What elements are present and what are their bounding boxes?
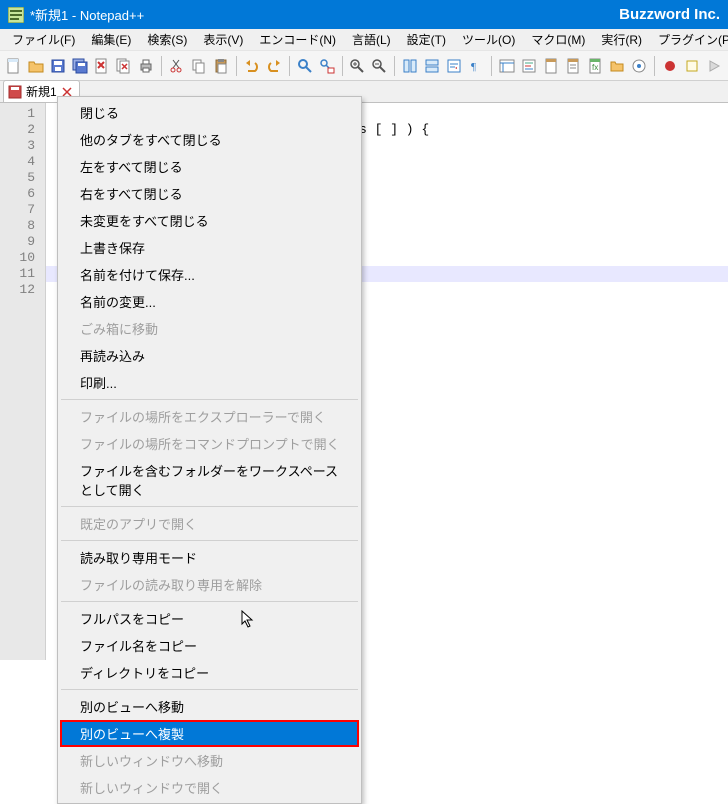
menu-search[interactable]: 検索(S) [139, 29, 195, 50]
record-macro-button[interactable] [660, 55, 680, 77]
ctx-save-as[interactable]: 名前を付けて保存... [60, 261, 359, 288]
svg-text:¶: ¶ [471, 61, 476, 73]
lang-udl-button[interactable] [519, 55, 539, 77]
save-button[interactable] [48, 55, 68, 77]
app-icon [8, 7, 24, 23]
ctx-copy-fullpath[interactable]: フルパスをコピー [60, 605, 359, 632]
ctx-readonly-mode[interactable]: 読み取り専用モード [60, 544, 359, 571]
tab-context-menu: 閉じる 他のタブをすべて閉じる 左をすべて閉じる 右をすべて閉じる 未変更をすべ… [57, 96, 362, 804]
ctx-close-right[interactable]: 右をすべて閉じる [60, 180, 359, 207]
zoom-in-button[interactable] [347, 55, 367, 77]
ctx-close-left[interactable]: 左をすべて閉じる [60, 153, 359, 180]
menu-encode[interactable]: エンコード(N) [251, 29, 344, 50]
line-number: 6 [0, 186, 35, 202]
doc-list-button[interactable] [563, 55, 583, 77]
mouse-cursor-icon [241, 610, 257, 630]
menu-settings[interactable]: 設定(T) [399, 29, 454, 50]
unsaved-icon [8, 85, 22, 99]
ctx-divider [61, 540, 358, 541]
stop-macro-button[interactable] [682, 55, 702, 77]
line-number: 12 [0, 282, 35, 298]
svg-text:fx: fx [592, 63, 598, 72]
ctx-divider [61, 399, 358, 400]
line-number: 11 [0, 266, 35, 282]
ctx-reload[interactable]: 再読み込み [60, 342, 359, 369]
ctx-open-new-window: 新しいウィンドウで開く [60, 774, 359, 801]
menu-file[interactable]: ファイル(F) [4, 29, 83, 50]
ctx-copy-directory[interactable]: ディレクトリをコピー [60, 659, 359, 686]
ctx-divider [61, 689, 358, 690]
ctx-open-folder-workspace[interactable]: ファイルを含むフォルダーをワークスペースとして開く [60, 457, 359, 503]
editor-text: s [ ] ) { [359, 122, 429, 138]
line-number: 1 [0, 106, 35, 122]
ctx-divider [61, 506, 358, 507]
menu-view[interactable]: 表示(V) [195, 29, 251, 50]
ctx-clear-readonly: ファイルの読み取り専用を解除 [60, 571, 359, 598]
monitoring-button[interactable] [629, 55, 649, 77]
paste-button[interactable] [211, 55, 231, 77]
ctx-open-default-app: 既定のアプリで開く [60, 510, 359, 537]
ctx-copy-filename[interactable]: ファイル名をコピー [60, 632, 359, 659]
window-title: *新規1 - Notepad++ [30, 5, 144, 24]
open-file-button[interactable] [26, 55, 46, 77]
new-file-button[interactable] [4, 55, 24, 77]
menu-macro[interactable]: マクロ(M) [523, 29, 593, 50]
ctx-move-new-window: 新しいウィンドウへ移動 [60, 747, 359, 774]
ctx-close-others[interactable]: 他のタブをすべて閉じる [60, 126, 359, 153]
func-list-button[interactable]: fx [585, 55, 605, 77]
menu-edit[interactable]: 編集(E) [83, 29, 139, 50]
ctx-open-explorer: ファイルの場所をエクスプローラーで開く [60, 403, 359, 430]
wrap-button[interactable] [444, 55, 464, 77]
ctx-move-to-other-view[interactable]: 別のビューへ移動 [60, 693, 359, 720]
tab-label: 新規1 [26, 83, 57, 100]
print-button[interactable] [136, 55, 156, 77]
menu-lang[interactable]: 言語(L) [344, 29, 399, 50]
line-number: 4 [0, 154, 35, 170]
folder-workspace-button[interactable] [607, 55, 627, 77]
zoom-out-button[interactable] [369, 55, 389, 77]
ctx-print[interactable]: 印刷... [60, 369, 359, 396]
line-number: 10 [0, 250, 35, 266]
line-number: 2 [0, 122, 35, 138]
menu-plugins[interactable]: プラグイン(P) [650, 29, 728, 50]
line-number: 7 [0, 202, 35, 218]
doc-map-button[interactable] [541, 55, 561, 77]
indent-guide-button[interactable] [497, 55, 517, 77]
undo-button[interactable] [242, 55, 262, 77]
brand-text: Buzzword Inc. [619, 6, 720, 23]
menu-run[interactable]: 実行(R) [593, 29, 650, 50]
ctx-clone-to-other-view[interactable]: 別のビューへ複製 [60, 720, 359, 747]
copy-button[interactable] [189, 55, 209, 77]
show-all-chars-button[interactable]: ¶ [466, 55, 486, 77]
line-number: 3 [0, 138, 35, 154]
ctx-close[interactable]: 閉じる [60, 99, 359, 126]
close-button[interactable] [92, 55, 112, 77]
titlebar: *新規1 - Notepad++ Buzzword Inc. [0, 0, 728, 29]
ctx-save[interactable]: 上書き保存 [60, 234, 359, 261]
play-macro-button[interactable] [704, 55, 724, 77]
save-all-button[interactable] [70, 55, 90, 77]
redo-button[interactable] [264, 55, 284, 77]
ctx-divider [61, 601, 358, 602]
toolbar: ¶ fx [0, 51, 728, 81]
line-number: 8 [0, 218, 35, 234]
replace-button[interactable] [317, 55, 337, 77]
sync-v-button[interactable] [400, 55, 420, 77]
cut-button[interactable] [167, 55, 187, 77]
find-button[interactable] [295, 55, 315, 77]
close-all-button[interactable] [114, 55, 134, 77]
ctx-open-cmd: ファイルの場所をコマンドプロンプトで開く [60, 430, 359, 457]
ctx-rename[interactable]: 名前の変更... [60, 288, 359, 315]
menu-tools[interactable]: ツール(O) [454, 29, 523, 50]
ctx-move-trash: ごみ箱に移動 [60, 315, 359, 342]
sync-h-button[interactable] [422, 55, 442, 77]
line-gutter: 1 2 3 4 5 6 7 8 9 10 11 12 [0, 103, 46, 660]
line-number: 5 [0, 170, 35, 186]
ctx-close-unchanged[interactable]: 未変更をすべて閉じる [60, 207, 359, 234]
line-number: 9 [0, 234, 35, 250]
menubar: ファイル(F) 編集(E) 検索(S) 表示(V) エンコード(N) 言語(L)… [0, 29, 728, 51]
